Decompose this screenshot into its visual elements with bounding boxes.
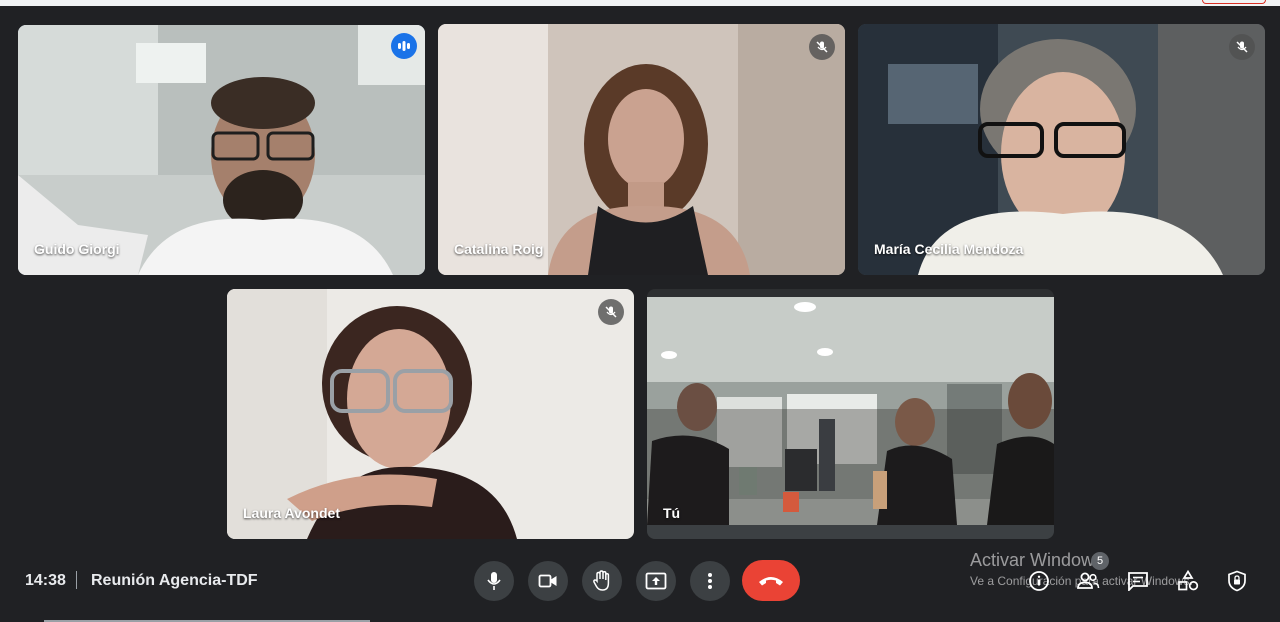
mic-off-icon — [1229, 34, 1255, 60]
mic-off-icon — [598, 299, 624, 325]
speaking-indicator-icon — [391, 33, 417, 59]
host-controls-button[interactable] — [1225, 569, 1249, 593]
meeting-clock: 14:38 — [25, 572, 66, 589]
meeting-controls-bar: 14:38 Reunión Agencia-TDF Activar Window… — [0, 548, 1280, 622]
chat-button[interactable] — [1126, 569, 1150, 593]
mic-off-icon — [809, 34, 835, 60]
participant-tile-maria[interactable]: María Cecilia Mendoza — [858, 24, 1265, 275]
info-icon — [1029, 571, 1049, 591]
participant-name: Catalina Roig — [454, 241, 544, 257]
participant-name: Tú — [663, 505, 681, 521]
video-maria — [858, 24, 1265, 275]
people-icon — [1077, 572, 1100, 589]
participant-tile-self[interactable]: Tú — [647, 289, 1054, 539]
video-catalina — [438, 24, 845, 275]
video-self — [647, 297, 1054, 539]
host-controls-icon — [1228, 570, 1246, 592]
top-right-indicator — [1202, 0, 1266, 4]
participant-tile-guido[interactable]: Guido Giorgi — [18, 25, 425, 275]
camera-icon — [538, 574, 557, 588]
microphone-button[interactable] — [474, 561, 514, 601]
participant-name: María Cecilia Mendoza — [874, 241, 1024, 257]
more-options-icon — [708, 573, 712, 589]
participant-tile-laura[interactable]: Laura Avondet — [227, 289, 634, 539]
video-guido — [18, 25, 425, 275]
activities-icon — [1178, 570, 1199, 591]
hang-up-icon — [759, 576, 783, 585]
people-button[interactable] — [1076, 569, 1100, 593]
participants-count-badge: 5 — [1091, 552, 1109, 570]
participant-tile-catalina[interactable]: Catalina Roig — [438, 24, 845, 275]
video-laura — [227, 289, 634, 539]
raise-hand-button[interactable] — [582, 561, 622, 601]
watermark-line1: Activar Windows — [970, 550, 1104, 570]
camera-button[interactable] — [528, 561, 568, 601]
microphone-icon — [487, 572, 501, 590]
participant-name: Laura Avondet — [243, 505, 340, 521]
browser-top-strip — [0, 0, 1280, 6]
hang-up-button[interactable] — [742, 560, 800, 601]
chat-icon — [1128, 572, 1148, 591]
raise-hand-icon — [593, 570, 610, 591]
meeting-title: Reunión Agencia-TDF — [91, 572, 258, 589]
more-options-button[interactable] — [690, 561, 730, 601]
present-screen-icon — [645, 572, 667, 590]
divider — [76, 571, 77, 589]
meeting-details-button[interactable] — [1027, 569, 1051, 593]
present-screen-button[interactable] — [636, 561, 676, 601]
participant-name: Guido Giorgi — [34, 241, 120, 257]
activities-button[interactable] — [1176, 569, 1200, 593]
